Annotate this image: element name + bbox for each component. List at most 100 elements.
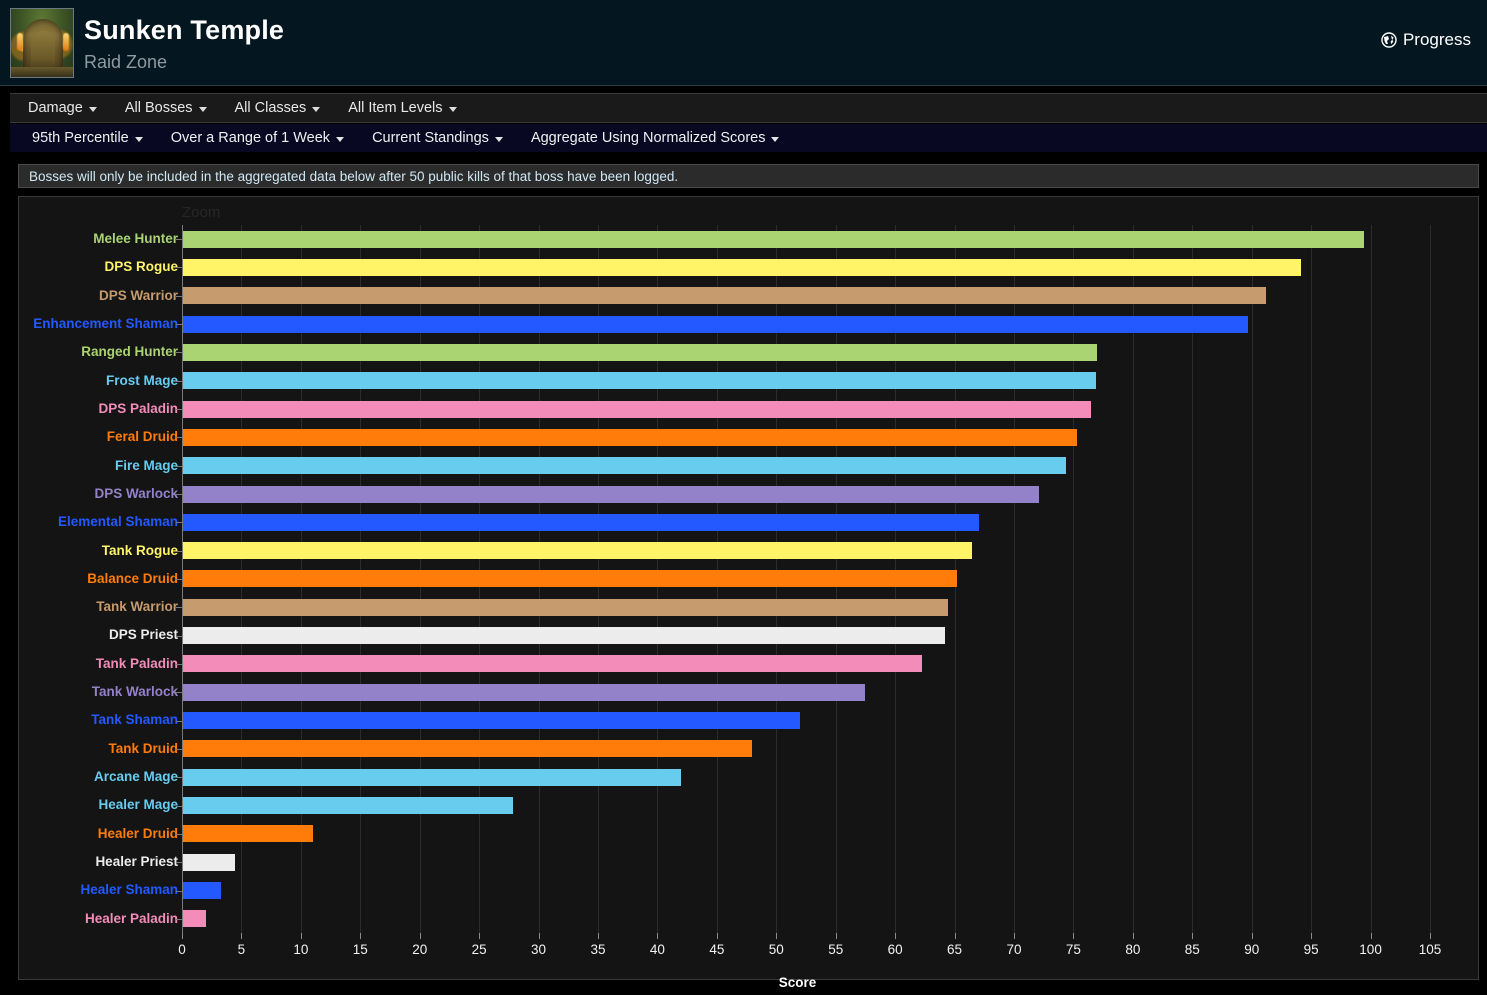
y-axis-label: Feral Druid: [106, 429, 178, 445]
chart-row[interactable]: DPS Paladin: [98, 395, 1430, 423]
chart-row[interactable]: Tank Rogue: [102, 537, 1430, 565]
percentile-dropdown-label: 95th Percentile: [32, 130, 129, 146]
chart-row[interactable]: Tank Paladin: [96, 650, 1430, 678]
x-tick: [182, 933, 183, 939]
x-tick: [1192, 933, 1194, 939]
x-tick: [1251, 933, 1253, 939]
y-tick: [176, 663, 182, 665]
chart-row[interactable]: Healer Mage: [98, 791, 1430, 819]
bar[interactable]: [183, 400, 1092, 418]
y-axis-label: Healer Mage: [98, 797, 178, 813]
x-tick: [241, 933, 243, 939]
x-tick-label: 55: [828, 942, 844, 957]
chart-row[interactable]: Healer Priest: [95, 848, 1430, 876]
bar[interactable]: [183, 343, 1097, 361]
chart-row[interactable]: Tank Warrior: [96, 593, 1430, 621]
bar[interactable]: [183, 287, 1266, 305]
chart-row[interactable]: Healer Paladin: [85, 905, 1430, 933]
chart-row[interactable]: DPS Priest: [109, 621, 1430, 649]
bar[interactable]: [183, 513, 980, 531]
chart-row[interactable]: Melee Hunter: [93, 225, 1430, 253]
class-dropdown[interactable]: All Classes: [221, 94, 335, 122]
chart-row[interactable]: Balance Druid: [87, 565, 1430, 593]
x-tick: [1430, 933, 1431, 939]
chart-row[interactable]: Healer Druid: [98, 820, 1430, 848]
chart-row[interactable]: Ranged Hunter: [81, 338, 1430, 366]
standings-dropdown[interactable]: Current Standings: [358, 125, 517, 151]
y-tick: [176, 833, 182, 835]
x-tick-label: 85: [1184, 942, 1200, 957]
bar[interactable]: [183, 882, 222, 900]
x-tick: [598, 933, 599, 939]
y-axis-label: Elemental Shaman: [57, 514, 178, 530]
chart-row[interactable]: Tank Warlock: [92, 678, 1430, 706]
y-tick: [176, 550, 182, 552]
page-title: Sunken Temple: [84, 15, 285, 45]
bar[interactable]: [183, 315, 1248, 333]
progress-label: Progress: [1402, 30, 1471, 49]
gridline: [1430, 225, 1431, 933]
chart-row[interactable]: Healer Shaman: [80, 876, 1430, 904]
chart-row[interactable]: Fire Mage: [115, 452, 1430, 480]
bar[interactable]: [183, 740, 753, 758]
bar[interactable]: [183, 570, 957, 588]
bar[interactable]: [183, 712, 800, 730]
bar[interactable]: [183, 853, 236, 871]
chart-row[interactable]: Elemental Shaman: [58, 508, 1430, 536]
metric-dropdown[interactable]: Damage: [10, 94, 111, 122]
x-tick-label: 60: [887, 942, 903, 957]
percentile-dropdown[interactable]: 95th Percentile: [10, 125, 157, 151]
boss-dropdown[interactable]: All Bosses: [111, 94, 221, 122]
chart-row[interactable]: DPS Rogue: [104, 253, 1430, 281]
chart-row[interactable]: Frost Mage: [106, 367, 1430, 395]
y-axis-label: Fire Mage: [114, 457, 178, 473]
zone-header: Sunken Temple Raid Zone Progress: [0, 0, 1487, 86]
chevron-down-icon: [448, 106, 457, 112]
chart-row[interactable]: Feral Druid: [107, 423, 1430, 451]
bar[interactable]: [183, 825, 313, 843]
bar[interactable]: [183, 485, 1039, 503]
zoom-label[interactable]: Zoom: [182, 204, 220, 221]
y-axis-label: Enhancement Shaman: [33, 315, 178, 331]
thumb-torch-right: [63, 33, 69, 51]
y-axis-label: DPS Priest: [108, 627, 178, 643]
chart-row[interactable]: Tank Druid: [108, 735, 1430, 763]
bar[interactable]: [183, 428, 1077, 446]
aggregation-dropdown[interactable]: Aggregate Using Normalized Scores: [517, 125, 794, 151]
y-tick: [176, 267, 182, 269]
y-tick: [176, 607, 182, 609]
bar[interactable]: [183, 372, 1096, 390]
chart-row[interactable]: Enhancement Shaman: [33, 310, 1430, 338]
chart-row[interactable]: DPS Warlock: [94, 480, 1430, 508]
y-axis-label: Tank Paladin: [95, 655, 178, 671]
x-tick: [1073, 933, 1075, 939]
chart-row[interactable]: Arcane Mage: [94, 763, 1430, 791]
bar[interactable]: [183, 230, 1365, 248]
y-tick: [176, 692, 182, 694]
x-axis-title: Score: [778, 975, 817, 990]
y-tick: [176, 635, 182, 637]
progress-link[interactable]: Progress: [1381, 30, 1471, 50]
x-tick-label: 105: [1418, 942, 1442, 957]
bar[interactable]: [183, 683, 866, 701]
bar[interactable]: [183, 797, 514, 815]
x-tick-label: 5: [237, 942, 246, 957]
time-range-dropdown[interactable]: Over a Range of 1 Week: [157, 125, 358, 151]
bar[interactable]: [183, 598, 949, 616]
bar[interactable]: [183, 258, 1302, 276]
bar[interactable]: [183, 627, 945, 645]
x-tick: [1311, 933, 1313, 939]
x-tick: [954, 933, 956, 939]
x-tick: [300, 933, 302, 939]
bar[interactable]: [183, 768, 681, 786]
chart-row[interactable]: Tank Shaman: [91, 706, 1430, 734]
chart-panel: Zoom Melee Hunter DPS Rogue DPS Warrior Enh…: [18, 196, 1479, 990]
bar[interactable]: [183, 655, 923, 673]
x-tick: [538, 933, 540, 939]
bar[interactable]: [183, 542, 973, 560]
bar[interactable]: [183, 457, 1067, 475]
bar[interactable]: [183, 910, 206, 928]
chart-row[interactable]: DPS Warrior: [99, 282, 1430, 310]
y-tick: [176, 437, 182, 439]
item-level-dropdown[interactable]: All Item Levels: [334, 94, 470, 122]
